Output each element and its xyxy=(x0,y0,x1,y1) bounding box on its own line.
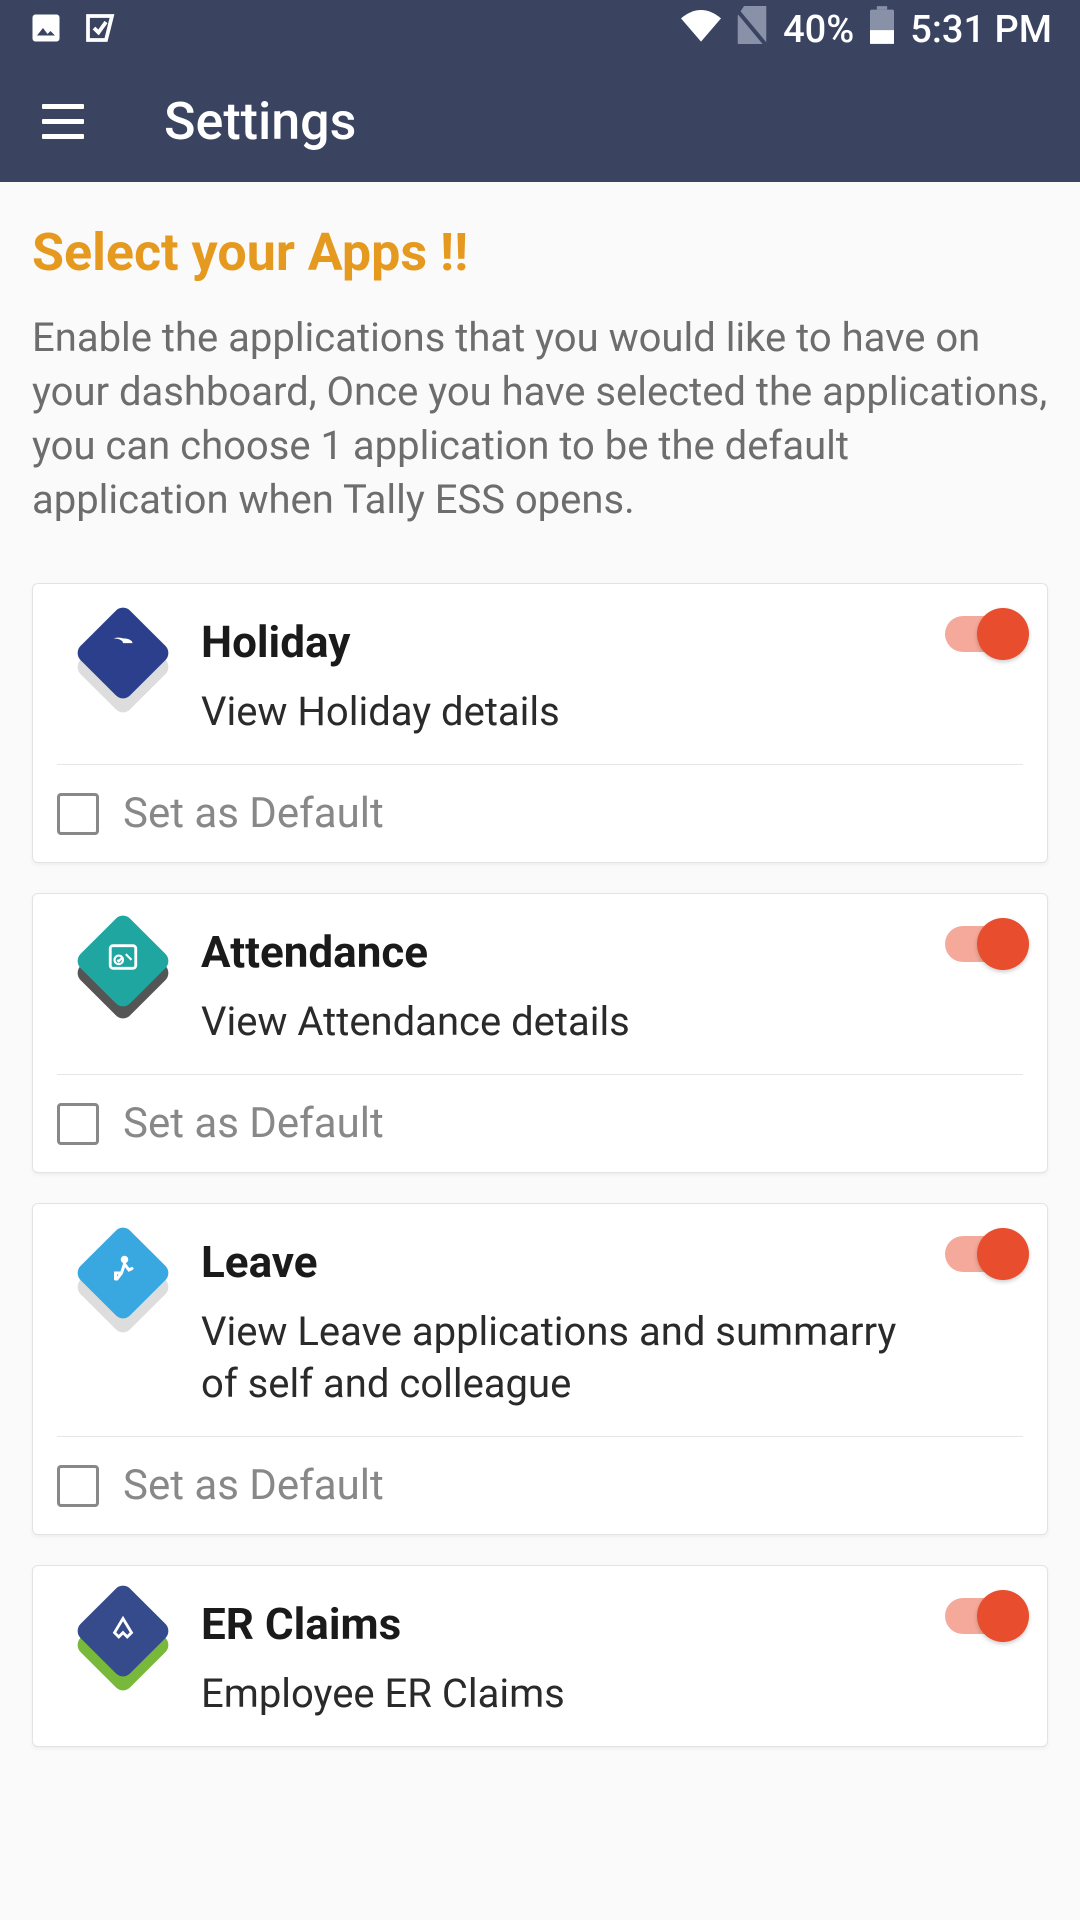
toggle-leave[interactable] xyxy=(945,1236,1023,1272)
set-default-attendance[interactable]: Set as Default xyxy=(33,1075,1047,1172)
app-desc-holiday: View Holiday details xyxy=(201,686,917,738)
app-card-er-claims: ER Claims Employee ER Claims xyxy=(32,1565,1048,1747)
toggle-attendance[interactable] xyxy=(945,926,1023,962)
er-claims-icon xyxy=(73,1592,173,1692)
battery-pct: 40% xyxy=(783,8,854,52)
app-desc-er-claims: Employee ER Claims xyxy=(201,1668,917,1720)
wifi-icon xyxy=(681,8,721,52)
set-default-leave[interactable]: Set as Default xyxy=(33,1437,1047,1534)
attendance-icon xyxy=(73,920,173,1020)
status-bar: 40% 5:31 PM xyxy=(0,0,1080,60)
checkbox-icon xyxy=(57,793,99,835)
content: Select your Apps !! Enable the applicati… xyxy=(0,182,1080,1747)
app-title-attendance: Attendance xyxy=(201,926,917,978)
app-card-attendance: Attendance View Attendance details Set a… xyxy=(32,893,1048,1173)
holiday-icon xyxy=(73,610,173,710)
checkbox-icon xyxy=(57,1103,99,1145)
section-heading: Select your Apps !! xyxy=(32,222,1048,283)
leave-icon xyxy=(73,1230,173,1330)
sim-off-icon xyxy=(737,6,767,54)
app-title-leave: Leave xyxy=(201,1236,917,1288)
menu-icon[interactable] xyxy=(42,104,84,139)
default-label: Set as Default xyxy=(123,1461,384,1510)
gallery-icon xyxy=(28,10,64,50)
app-desc-attendance: View Attendance details xyxy=(201,996,917,1048)
default-label: Set as Default xyxy=(123,1099,384,1148)
default-label: Set as Default xyxy=(123,789,384,838)
section-description: Enable the applications that you would l… xyxy=(32,311,1048,527)
page-title: Settings xyxy=(164,91,356,152)
toggle-holiday[interactable] xyxy=(945,616,1023,652)
status-left xyxy=(28,10,118,50)
app-title-holiday: Holiday xyxy=(201,616,917,668)
battery-icon xyxy=(870,6,894,54)
set-default-holiday[interactable]: Set as Default xyxy=(33,765,1047,862)
app-card-leave: Leave View Leave applications and summar… xyxy=(32,1203,1048,1535)
app-card-holiday: Holiday View Holiday details Set as Defa… xyxy=(32,583,1048,863)
check-shield-icon xyxy=(82,10,118,50)
clock-time: 5:31 PM xyxy=(910,8,1052,52)
app-desc-leave: View Leave applications and summarry of … xyxy=(201,1306,917,1410)
checkbox-icon xyxy=(57,1465,99,1507)
status-right: 40% 5:31 PM xyxy=(681,6,1052,54)
app-bar: Settings xyxy=(0,60,1080,182)
toggle-er-claims[interactable] xyxy=(945,1598,1023,1634)
app-title-er-claims: ER Claims xyxy=(201,1598,917,1650)
